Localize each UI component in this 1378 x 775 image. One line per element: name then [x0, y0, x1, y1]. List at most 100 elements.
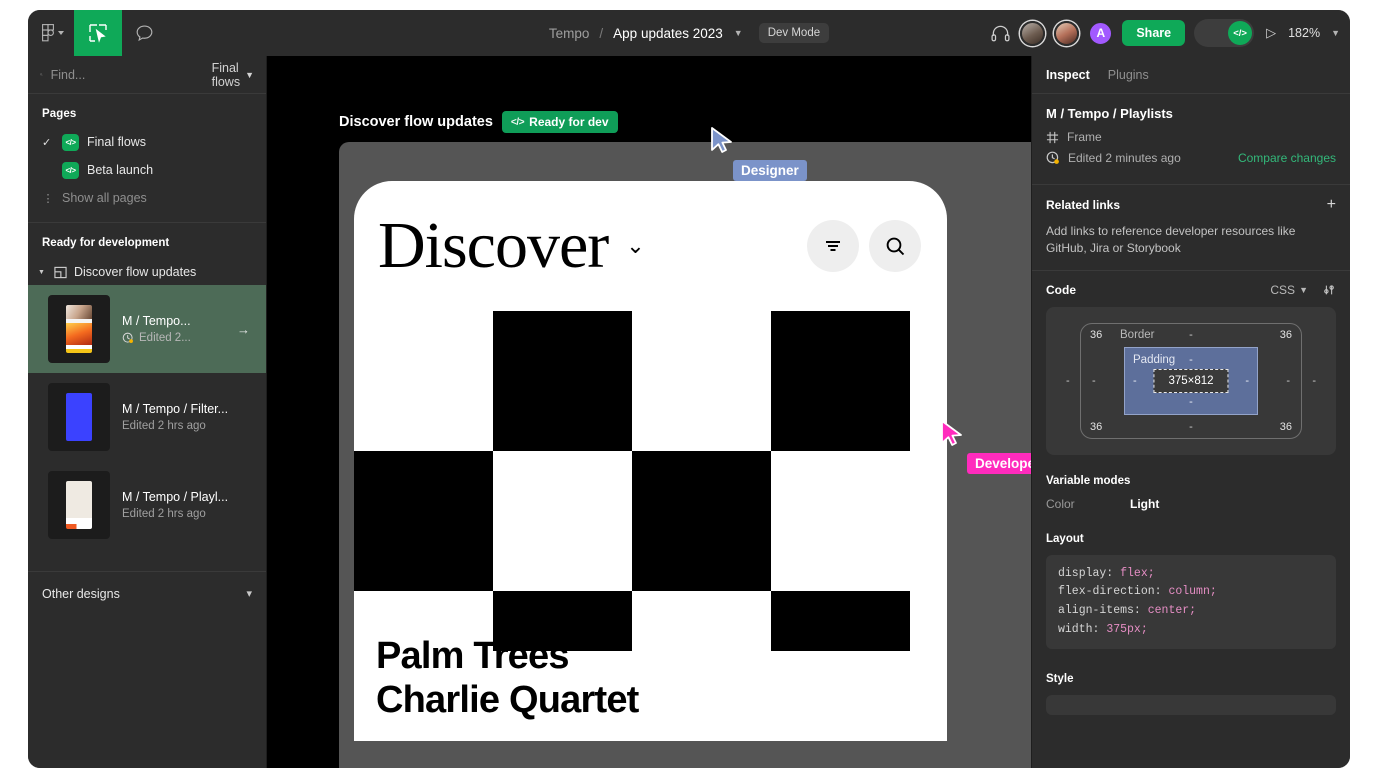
share-button[interactable]: Share: [1122, 20, 1186, 46]
frame-name-label[interactable]: Discover flow updates: [339, 114, 493, 130]
node-text-group: M / Tempo / Filter... Edited 2 hrs ago: [122, 402, 254, 432]
dev-mode-toggle[interactable]: </>: [1194, 19, 1255, 47]
style-section: Style: [1032, 661, 1350, 727]
node-thumbnail: [48, 295, 110, 363]
inspect-panel: Inspect Plugins M / Tempo / Playlists Fr…: [1031, 56, 1350, 768]
flow-filter-label: Final flows: [211, 60, 241, 89]
node-thumbnail: [48, 383, 110, 451]
chevron-down-icon[interactable]: ▼: [734, 28, 743, 38]
thumbnail-preview: [66, 393, 92, 441]
code-prop: align-items:: [1058, 604, 1141, 618]
top-toolbar: Tempo / App updates 2023 ▼ Dev Mode A Sh…: [28, 10, 1350, 56]
checkerboard-artwork: [354, 311, 947, 651]
padding-outer-left-value: -: [1092, 374, 1096, 387]
search-input[interactable]: [50, 67, 212, 82]
plus-icon[interactable]: +: [1327, 197, 1336, 213]
app-root: Tempo / App updates 2023 ▼ Dev Mode A Sh…: [0, 0, 1378, 775]
box-radius-bottom-right: 36: [1279, 420, 1292, 433]
thumbnail-preview: [66, 305, 92, 353]
sidebar-node-2[interactable]: M / Tempo / Playl... Edited 2 hrs ago: [28, 461, 266, 549]
node-meta: Edited 2...: [122, 332, 225, 344]
node-meta-label: Edited 2 hrs ago: [122, 508, 206, 520]
search-button[interactable]: [869, 220, 921, 272]
avatar-user-3[interactable]: A: [1088, 20, 1114, 46]
box-radius-top-left: 36: [1090, 328, 1103, 341]
play-triangle-icon[interactable]: ▷: [1263, 25, 1279, 41]
chevron-down-icon: [58, 31, 64, 35]
chevron-down-icon[interactable]: ▼: [1331, 28, 1340, 38]
design-canvas[interactable]: Discover flow updates </> Ready for dev …: [267, 56, 1031, 768]
selected-node-section: M / Tempo / Playlists Frame Edited 2 min…: [1032, 94, 1350, 185]
sidebar-node-1[interactable]: M / Tempo / Filter... Edited 2 hrs ago: [28, 373, 266, 461]
style-title: Style: [1046, 673, 1074, 686]
code-value: 375px;: [1106, 622, 1148, 636]
avatar-user-1[interactable]: [1020, 20, 1046, 46]
related-links-section: Related links + Add links to reference d…: [1032, 185, 1350, 271]
check-icon: ✓: [42, 136, 52, 149]
variable-mode-value: Light: [1130, 496, 1160, 511]
figma-logo-icon: [42, 23, 54, 41]
border-label: Border: [1120, 328, 1155, 341]
sidebar-node-0[interactable]: M / Tempo... Edited 2... →: [28, 285, 266, 373]
search-icon: [40, 73, 43, 76]
figma-logo-button[interactable]: [28, 10, 74, 56]
search-icon: [886, 237, 905, 256]
node-edited-label: Edited 2 minutes ago: [1068, 151, 1181, 165]
sidebar-page-label: Final flows: [87, 135, 147, 149]
compare-changes-link[interactable]: Compare changes: [1238, 151, 1336, 165]
box-model-padding-box: Padding - - - - 375×812: [1124, 346, 1258, 415]
mockup-header: Discover ⌄: [354, 181, 947, 311]
vertical-dots-icon: ⋮: [42, 192, 54, 205]
comment-bubble-icon: [136, 25, 152, 41]
go-to-node-arrow-icon[interactable]: →: [237, 322, 254, 337]
layout-code-block[interactable]: display: flex; flex-direction: column; a…: [1046, 554, 1336, 650]
thumbnail-preview: [66, 481, 92, 529]
breadcrumb-file[interactable]: App updates 2023: [613, 26, 723, 41]
filter-button[interactable]: [807, 220, 859, 272]
selected-node-title: M / Tempo / Playlists: [1046, 106, 1173, 121]
code-prop: flex-direction:: [1058, 585, 1162, 599]
figma-window: Tempo / App updates 2023 ▼ Dev Mode A Sh…: [28, 10, 1350, 768]
related-links-description: Add links to reference developer resourc…: [1046, 224, 1296, 256]
sliders-icon[interactable]: [1322, 283, 1336, 297]
dev-mode-badge: Dev Mode: [758, 23, 830, 43]
node-text-group: M / Tempo / Playl... Edited 2 hrs ago: [122, 490, 254, 520]
flow-filter-dropdown[interactable]: Final flows ▼: [212, 61, 254, 89]
node-edited-row: Edited 2 minutes ago Compare changes: [1046, 151, 1336, 165]
chevron-down-icon: ▼: [245, 69, 254, 80]
code-value: center;: [1147, 604, 1197, 618]
sidebar-group-discover-flow-updates[interactable]: ▼ Discover flow updates: [28, 259, 266, 285]
padding-label: Padding: [1133, 353, 1176, 366]
avatar-user-2[interactable]: [1054, 20, 1080, 46]
ready-for-development-heading: Ready for development: [42, 237, 170, 249]
headphones-icon[interactable]: [990, 23, 1011, 44]
page-code-badge: </>: [62, 133, 79, 151]
developer-cursor-icon: [941, 420, 962, 446]
sidebar-page-beta-launch[interactable]: </> Beta launch: [28, 156, 266, 184]
variable-modes-section: Variable modes Color Light: [1032, 471, 1350, 523]
inspect-tool-button[interactable]: [74, 10, 122, 56]
sidebar-page-final-flows[interactable]: ✓ </> Final flows: [28, 128, 266, 156]
variable-mode-row[interactable]: Color Light: [1046, 497, 1336, 511]
box-radius-top-right: 36: [1279, 328, 1292, 341]
mobile-mockup: Discover ⌄ Palm Trees Charlie Quartet: [354, 181, 947, 741]
variable-modes-title: Variable modes: [1046, 474, 1131, 487]
zoom-level[interactable]: 182%: [1288, 26, 1320, 40]
show-all-pages-button[interactable]: ⋮ Show all pages: [28, 184, 266, 212]
breadcrumb-project[interactable]: Tempo: [549, 26, 590, 41]
node-name: M / Tempo...: [122, 314, 191, 328]
node-thumbnail: [48, 471, 110, 539]
ready-for-dev-badge[interactable]: </> Ready for dev: [501, 111, 618, 133]
style-code-block[interactable]: [1046, 695, 1336, 716]
border-right-value: -: [1312, 374, 1316, 387]
tab-inspect[interactable]: Inspect: [1046, 68, 1090, 82]
code-line-2: align-items: center;: [1058, 602, 1324, 621]
related-links-title: Related links: [1046, 198, 1121, 212]
designer-cursor-label: Designer: [733, 160, 807, 181]
comment-tool-button[interactable]: [122, 10, 166, 56]
tab-plugins[interactable]: Plugins: [1108, 68, 1149, 82]
other-designs-section[interactable]: Other designs ▾: [28, 571, 266, 615]
node-name: M / Tempo / Playl...: [122, 490, 229, 504]
padding-bottom-value: -: [1189, 395, 1193, 408]
code-language-dropdown[interactable]: CSS ▼: [1270, 283, 1308, 297]
